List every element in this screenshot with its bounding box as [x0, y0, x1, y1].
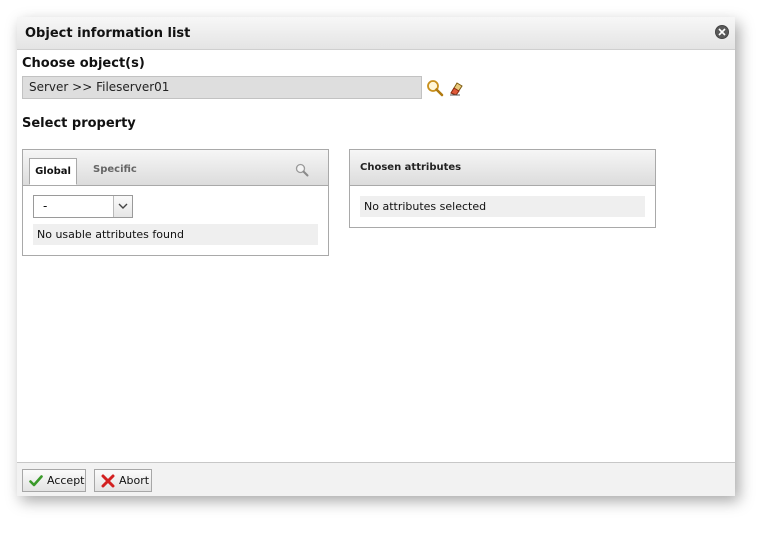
object-search-button[interactable] — [426, 79, 444, 97]
dialog-footer: Accept Abort — [17, 462, 735, 496]
search-icon — [427, 80, 444, 97]
tab-specific[interactable]: Specific — [93, 164, 137, 175]
property-panel-header: Global Specific — [23, 150, 328, 186]
chosen-attributes-panel: Chosen attributes No attributes selected — [349, 149, 656, 228]
select-dropdown-button[interactable] — [113, 196, 132, 217]
object-information-dialog: Object information list Choose object(s)… — [17, 17, 735, 496]
chosen-attributes-header: Chosen attributes — [350, 150, 655, 186]
property-panel: Global Specific - No usable attributes f… — [22, 149, 329, 256]
accept-label: Accept — [47, 474, 85, 487]
attribute-select[interactable]: - — [33, 195, 133, 218]
close-button[interactable] — [715, 25, 729, 39]
chevron-down-icon — [118, 203, 128, 209]
chosen-attributes-title: Chosen attributes — [360, 162, 462, 173]
no-attributes-selected-message: No attributes selected — [360, 196, 645, 217]
choose-objects-label: Choose object(s) — [22, 56, 145, 71]
accept-button[interactable]: Accept — [22, 469, 86, 492]
checkmark-icon — [29, 475, 43, 487]
attribute-search-button[interactable] — [295, 162, 309, 181]
tab-global[interactable]: Global — [29, 158, 77, 185]
abort-label: Abort — [119, 474, 150, 487]
cross-icon — [101, 474, 115, 488]
abort-button[interactable]: Abort — [94, 469, 152, 492]
object-field[interactable]: Server >> Fileserver01 — [22, 76, 422, 99]
attribute-select-value: - — [43, 199, 48, 213]
search-icon — [295, 163, 309, 177]
object-clear-button[interactable] — [448, 79, 466, 97]
no-attributes-found-message: No usable attributes found — [33, 224, 318, 245]
dialog-title: Object information list — [25, 26, 191, 41]
select-property-label: Select property — [22, 116, 136, 131]
eraser-icon — [450, 82, 463, 96]
close-icon — [718, 28, 726, 36]
dialog-titlebar: Object information list — [17, 17, 735, 50]
